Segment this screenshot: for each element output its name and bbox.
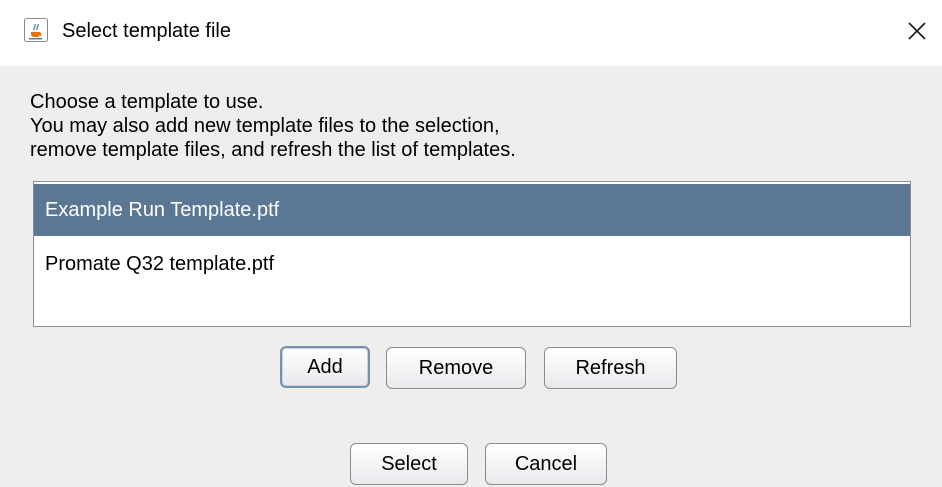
list-item-example-run-template[interactable]: Example Run Template.ptf <box>34 184 910 236</box>
instruction-line: remove template files, and refresh the l… <box>30 139 516 161</box>
add-button[interactable]: Add <box>280 346 370 388</box>
dialog-window: Select template file Choose a template t… <box>0 0 942 487</box>
instructions-text: Choose a template to use. You may also a… <box>30 90 910 162</box>
java-coffee-cup-icon <box>24 18 48 42</box>
select-button[interactable]: Select <box>350 443 468 485</box>
title-bar[interactable]: Select template file <box>0 0 942 66</box>
refresh-button[interactable]: Refresh <box>544 347 677 389</box>
close-button[interactable] <box>900 14 934 48</box>
instruction-line: You may also add new template files to t… <box>30 115 500 137</box>
window-title: Select template file <box>62 20 231 42</box>
list-item-promate-q32-template[interactable]: Promate Q32 template.ptf <box>34 238 910 290</box>
remove-button[interactable]: Remove <box>386 347 526 389</box>
instruction-line: Choose a template to use. <box>30 91 264 113</box>
close-icon <box>908 22 926 40</box>
cancel-button[interactable]: Cancel <box>485 443 607 485</box>
template-list[interactable]: Example Run Template.ptf Promate Q32 tem… <box>33 181 911 327</box>
